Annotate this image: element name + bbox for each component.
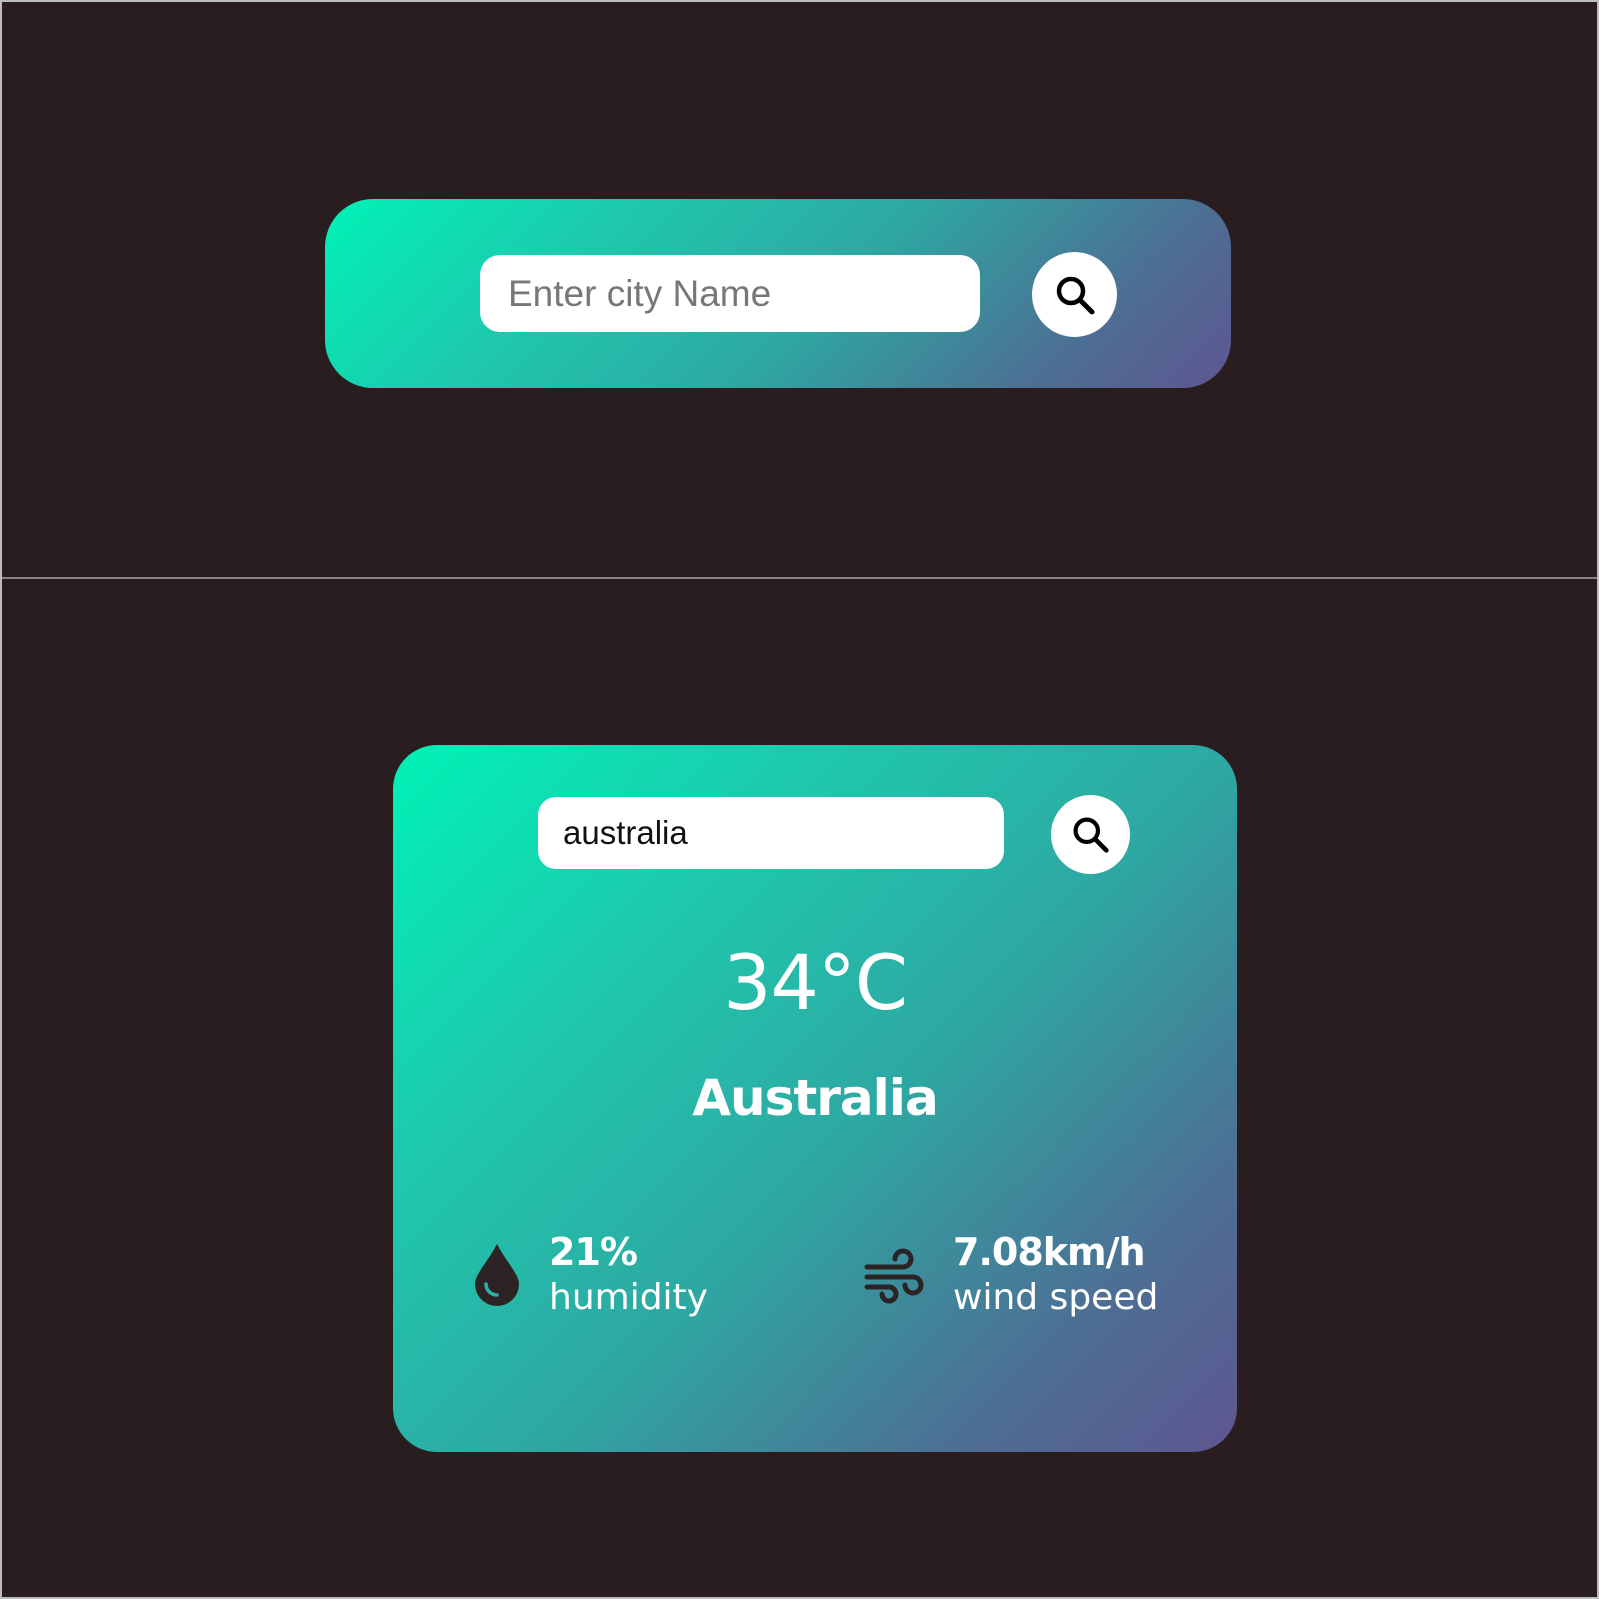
search-card-empty bbox=[325, 199, 1231, 388]
section-divider bbox=[2, 577, 1597, 579]
wind-icon bbox=[863, 1243, 925, 1305]
city-name: Australia bbox=[692, 1069, 938, 1127]
temperature-value: 34°C bbox=[723, 938, 908, 1027]
humidity-value: 21% bbox=[549, 1230, 638, 1274]
weather-card: 34°C Australia 21% humidity bbox=[393, 745, 1237, 1452]
wind-speed-value: 7.08km/h bbox=[953, 1230, 1146, 1274]
humidity-label: humidity bbox=[549, 1276, 708, 1318]
water-drop-icon bbox=[473, 1242, 521, 1307]
city-search-input[interactable] bbox=[480, 255, 980, 332]
humidity-detail: 21% humidity bbox=[473, 1230, 708, 1319]
app-frame: 34°C Australia 21% humidity bbox=[0, 0, 1599, 1599]
wind-detail: 7.08km/h wind speed bbox=[863, 1230, 1158, 1319]
search-icon bbox=[1056, 276, 1094, 314]
city-search-input[interactable] bbox=[538, 797, 1004, 869]
wind-speed-label: wind speed bbox=[953, 1276, 1159, 1318]
search-icon bbox=[1073, 817, 1109, 853]
search-button[interactable] bbox=[1032, 252, 1117, 337]
search-button[interactable] bbox=[1051, 795, 1130, 874]
